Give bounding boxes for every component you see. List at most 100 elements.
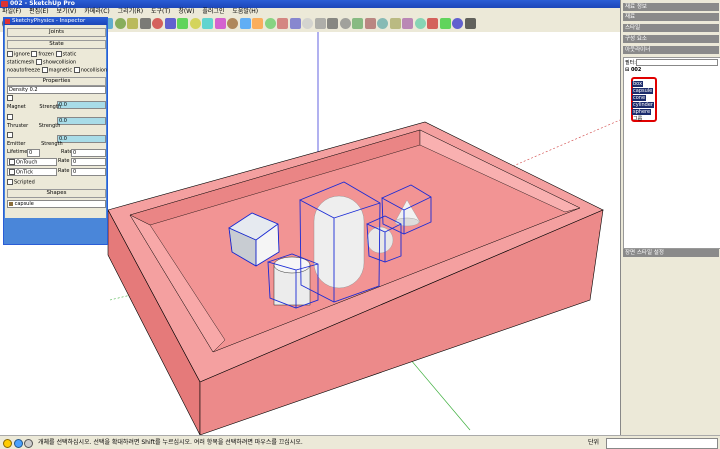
state-row-2: staticmesh showcollision: [7, 59, 76, 66]
axes-icon[interactable]: [164, 18, 176, 29]
inspector-title-bar[interactable]: SketchyPhysics - Inspector: [4, 18, 107, 25]
measurements-box[interactable]: [606, 438, 718, 449]
noautofreeze-label: noautofreeze: [7, 67, 41, 74]
ontouch-label: OnTouch: [16, 159, 38, 166]
iso-icon[interactable]: [227, 18, 238, 29]
outliner-item-cylinder[interactable]: cylinder: [632, 102, 654, 108]
filter-label: 필터:: [625, 60, 636, 66]
menu-tools[interactable]: 도구(T): [151, 8, 170, 16]
tab-scenes[interactable]: 장면 스타일 설정: [623, 249, 719, 257]
showcollision-checkbox[interactable]: [36, 59, 43, 65]
ontick-rate-label: Rate: [58, 168, 70, 174]
thruster-strength-label: Strength: [38, 123, 61, 129]
shaded-icon[interactable]: [339, 18, 351, 29]
tab-materials[interactable]: 재료: [623, 13, 719, 21]
shadow-icon[interactable]: [389, 18, 401, 29]
magnet-strength-field[interactable]: 0.0: [57, 101, 106, 109]
properties-header[interactable]: Properties: [7, 77, 106, 86]
lifetime-rate-field[interactable]: 0: [71, 149, 106, 157]
text-icon[interactable]: [152, 18, 163, 29]
outliner-item-group[interactable]: 그룹: [632, 116, 643, 122]
play-icon[interactable]: [439, 18, 451, 29]
frozen-checkbox[interactable]: [31, 51, 38, 57]
ontouch-checkbox[interactable]: [9, 159, 15, 165]
top-icon[interactable]: [239, 18, 251, 29]
unit-label: 단위: [588, 439, 600, 446]
outliner-root[interactable]: ⊟ 002: [625, 67, 641, 73]
inspector-body: Joints State ignore frozen static static…: [5, 25, 107, 218]
magnetic-checkbox[interactable]: [41, 67, 48, 73]
menu-window[interactable]: 창(W): [178, 8, 194, 16]
zoom-icon[interactable]: [202, 18, 213, 29]
menu-file[interactable]: 파일(F): [2, 8, 21, 16]
back-icon[interactable]: [277, 18, 288, 29]
right-icon[interactable]: [264, 18, 276, 29]
scripted-checkbox[interactable]: [7, 179, 13, 185]
tab-outliner[interactable]: 아웃라이너: [623, 46, 719, 54]
thruster-checkbox[interactable]: [7, 114, 13, 120]
outliner-item-capsule[interactable]: capsule: [632, 88, 654, 94]
hidden-icon[interactable]: [327, 18, 338, 29]
wireframe-icon[interactable]: [314, 18, 326, 29]
emitter-strength-field[interactable]: 0.0: [57, 135, 106, 143]
status-help-icon[interactable]: [3, 439, 12, 448]
menu-plugins[interactable]: 플러그인: [202, 8, 224, 16]
inspector-icon: [5, 19, 10, 24]
static-checkbox[interactable]: [55, 51, 62, 57]
ontick-label: OnTick: [16, 169, 34, 176]
magnet-checkbox[interactable]: [7, 95, 13, 101]
textured-icon[interactable]: [352, 18, 363, 29]
shapes-header[interactable]: Shapes: [7, 189, 106, 198]
offset-icon[interactable]: [127, 18, 138, 29]
menu-draw[interactable]: 그리기(R): [118, 8, 143, 16]
static-label: static: [62, 51, 77, 58]
staticmesh-label: staticmesh: [7, 59, 35, 66]
ontouch-field[interactable]: OnTouch: [7, 158, 57, 166]
joints-header[interactable]: Joints: [7, 28, 106, 37]
tape-icon[interactable]: [139, 18, 151, 29]
emitter-checkbox[interactable]: [7, 132, 13, 138]
ontick-checkbox[interactable]: [9, 169, 15, 175]
menu-camera[interactable]: 카메라(C): [84, 8, 109, 16]
nocollision-checkbox[interactable]: [73, 67, 80, 73]
tab-entity-info[interactable]: 재료 정보: [623, 3, 719, 11]
mono-icon[interactable]: [364, 18, 376, 29]
ontick-field[interactable]: OnTick: [7, 168, 57, 176]
front-icon[interactable]: [252, 18, 263, 29]
menu-edit[interactable]: 편집(E): [29, 8, 49, 16]
stop-icon[interactable]: [464, 18, 476, 29]
tab-styles[interactable]: 스타일: [623, 24, 719, 32]
emitter-label: Emitter: [7, 141, 26, 147]
state-header[interactable]: State: [7, 40, 106, 49]
capsule: [313, 195, 365, 289]
lifetime-field[interactable]: 0: [27, 149, 40, 157]
orbit-icon[interactable]: [177, 18, 188, 29]
title-bar: 002 - SketchUp Pro: [0, 0, 720, 8]
ignore-checkbox[interactable]: [7, 51, 13, 57]
zoom-extents-icon[interactable]: [214, 18, 226, 29]
shape-select[interactable]: capsule: [7, 200, 106, 208]
menu-view[interactable]: 보기(V): [57, 8, 77, 16]
tab-components[interactable]: 구성 요소: [623, 35, 719, 43]
filter-input[interactable]: [636, 59, 718, 66]
pan-icon[interactable]: [189, 18, 201, 29]
left-icon[interactable]: [289, 18, 301, 29]
scale-icon[interactable]: [114, 18, 126, 29]
edge-icon[interactable]: [414, 18, 426, 29]
xray-icon[interactable]: [302, 18, 313, 29]
status-bar: 개체를 선택하십시오. 선택을 확대하려면 Shift를 누르십시오. 여러 항…: [0, 435, 720, 449]
pause-icon[interactable]: [452, 18, 463, 29]
ontick-rate-field[interactable]: 0: [71, 168, 106, 176]
ontouch-rate-field[interactable]: 0: [71, 158, 106, 166]
thruster-strength-field[interactable]: 0.0: [57, 117, 106, 125]
shape-icon: [9, 201, 13, 206]
outliner-item-sphere[interactable]: sphere: [632, 109, 652, 115]
record-icon[interactable]: [427, 18, 438, 29]
density-field[interactable]: Density 0.2: [7, 86, 106, 94]
outliner-item-box[interactable]: box: [632, 81, 644, 87]
shape-value: capsule: [14, 201, 34, 207]
outliner-item-cone[interactable]: cone: [632, 95, 647, 101]
menu-help[interactable]: 도움말(H): [232, 8, 258, 16]
section-icon[interactable]: [377, 18, 388, 29]
fog-icon[interactable]: [402, 18, 413, 29]
